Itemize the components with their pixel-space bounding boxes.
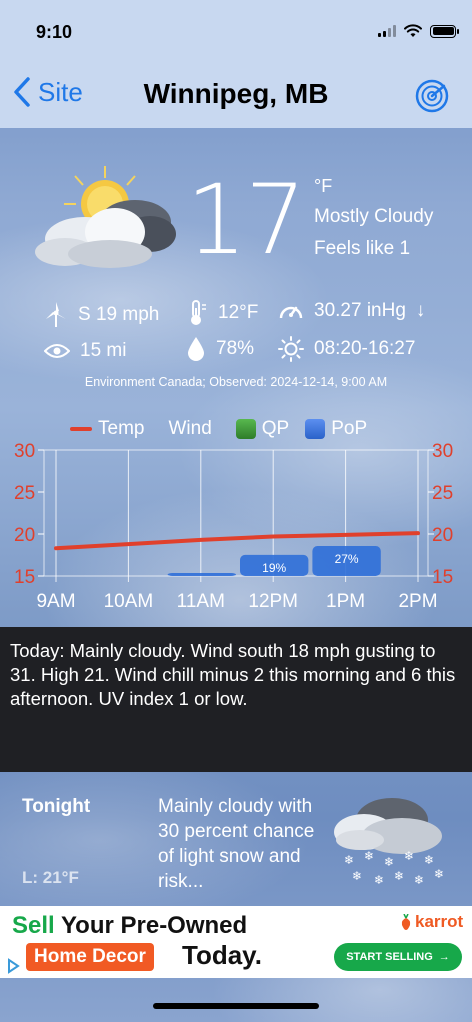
arrow-right-icon: → bbox=[438, 951, 450, 963]
svg-text:❄: ❄ bbox=[404, 849, 414, 863]
legend-pop: PoP bbox=[305, 418, 367, 440]
legend-qp-label: QP bbox=[261, 418, 290, 439]
today-forecast: Today: Mainly cloudy. Wind south 18 mph … bbox=[0, 627, 472, 772]
legend-wind: Wind bbox=[168, 418, 211, 440]
x-tick-label: 12PM bbox=[248, 591, 298, 612]
tonight-low: L: 21°F bbox=[22, 868, 79, 887]
legend-temp: Temp bbox=[70, 418, 144, 440]
start-selling-label: START SELLING bbox=[346, 951, 433, 963]
svg-text:❄: ❄ bbox=[352, 869, 362, 883]
legend-qp: QP bbox=[235, 418, 290, 440]
sun-icon bbox=[278, 336, 304, 362]
y-tick-label-right: 15 bbox=[432, 567, 453, 588]
sunrise-sunset-value: 08:20-16:27 bbox=[314, 338, 416, 359]
ad-brand-name: karrot bbox=[415, 912, 464, 931]
radar-button[interactable] bbox=[414, 78, 450, 114]
pressure-value: 30.27 inHg bbox=[314, 300, 406, 321]
status-time: 9:10 bbox=[36, 22, 73, 42]
current-temperature: 17 bbox=[186, 164, 306, 276]
gauge-icon bbox=[279, 306, 303, 319]
svg-text:❄: ❄ bbox=[364, 849, 374, 863]
tonight-label: Tonight bbox=[22, 796, 91, 817]
y-tick-label-right: 25 bbox=[432, 483, 453, 504]
chart-legend: Temp Wind QP PoP bbox=[70, 418, 391, 440]
y-tick-label-left: 20 bbox=[14, 525, 35, 546]
legend-pop-label: PoP bbox=[331, 418, 368, 439]
ad-headline-rest: Your Pre-Owned bbox=[54, 912, 248, 939]
y-tick-label-left: 15 bbox=[14, 567, 35, 588]
condition-text: Mostly Cloudy bbox=[314, 206, 434, 227]
svg-text:❄: ❄ bbox=[374, 873, 384, 887]
battery-icon bbox=[430, 24, 459, 38]
observation-source: Environment Canada; Observed: 2024-12-14… bbox=[84, 375, 388, 389]
svg-text:❄: ❄ bbox=[424, 853, 434, 867]
legend-temp-label: Temp bbox=[98, 418, 145, 439]
water-drop-icon bbox=[188, 337, 204, 361]
ad-headline: Sell Your Pre-Owned bbox=[12, 912, 247, 940]
thermometer-icon bbox=[191, 300, 206, 325]
svg-text:❄: ❄ bbox=[394, 869, 404, 883]
wind-turbine-icon bbox=[46, 302, 66, 327]
svg-text:❄: ❄ bbox=[344, 853, 354, 867]
adchoices-icon[interactable] bbox=[2, 956, 24, 976]
eye-icon bbox=[44, 344, 70, 358]
pressure-metric: 30.27 inHg ↓ bbox=[278, 300, 425, 322]
pop-bar-label: 27% bbox=[335, 552, 359, 566]
pressure-trend-icon: ↓ bbox=[415, 300, 426, 321]
mostly-cloudy-icon bbox=[35, 166, 176, 268]
temperature-unit: °F bbox=[314, 176, 333, 196]
dewpoint-value: 12°F bbox=[218, 302, 259, 323]
carrot-logo-icon bbox=[401, 914, 411, 930]
y-tick-label-right: 30 bbox=[432, 441, 453, 462]
svg-text:❄: ❄ bbox=[414, 873, 424, 887]
visibility-value: 15 mi bbox=[80, 340, 127, 361]
svg-text:❄: ❄ bbox=[384, 855, 394, 869]
hourly-chart: 30 3025 2520 2015 159AM 10AM 11AM 12PM 1PM 2PM19%… bbox=[14, 441, 453, 612]
snow-cloud-icon: ❄ ❄ ❄ ❄ ❄ ❄ ❄ ❄ ❄ ❄ bbox=[334, 798, 444, 887]
ad-today: Today. bbox=[182, 940, 262, 970]
pop-bar bbox=[167, 573, 236, 576]
temp-swatch bbox=[70, 427, 92, 431]
pop-swatch bbox=[305, 419, 326, 439]
dewpoint-metric: 12°F bbox=[188, 300, 258, 326]
today-forecast-text: Today: Mainly cloudy. Wind south 18 mph … bbox=[10, 640, 456, 709]
tonight-forecast[interactable]: Tonight L: 21°F Mainly cloudy with 30 pe… bbox=[0, 772, 472, 906]
status-icons bbox=[378, 24, 459, 38]
wifi-icon bbox=[404, 24, 422, 37]
y-tick-label-right: 20 bbox=[432, 525, 453, 546]
page-title: Winnipeg, MB bbox=[143, 78, 329, 109]
feels-like: Feels like 1 bbox=[314, 238, 411, 259]
ad-headline-green: Sell bbox=[12, 912, 55, 939]
cellular-signal-icon bbox=[378, 25, 396, 37]
tonight-text: Mainly cloudy with 30 percent chance of … bbox=[158, 796, 315, 892]
visibility-metric: 15 mi bbox=[44, 340, 126, 362]
qp-swatch bbox=[235, 419, 256, 439]
wind-metric: S 19 mph bbox=[44, 302, 159, 328]
y-tick-label-left: 25 bbox=[14, 483, 35, 504]
humidity-value: 78% bbox=[216, 338, 255, 359]
x-tick-label: 11AM bbox=[177, 591, 225, 612]
x-tick-label: 9AM bbox=[36, 591, 75, 612]
svg-text:❄: ❄ bbox=[434, 867, 444, 881]
top-bar: 9:10 Site Winnipeg, MB bbox=[0, 0, 472, 128]
y-tick-label-left: 30 bbox=[14, 441, 35, 462]
ad-pill: Home Decor bbox=[26, 943, 154, 971]
start-selling-button[interactable]: START SELLING → bbox=[334, 943, 462, 971]
x-tick-label: 2PM bbox=[398, 591, 437, 612]
x-tick-label: 1PM bbox=[326, 591, 365, 612]
pop-bar-label: 19% bbox=[262, 561, 286, 575]
legend-wind-label: Wind bbox=[168, 418, 212, 439]
wind-value: S 19 mph bbox=[78, 304, 160, 325]
home-indicator bbox=[153, 1003, 319, 1009]
x-tick-label: 10AM bbox=[104, 591, 154, 612]
ad-brand: karrot bbox=[400, 912, 463, 932]
sun-metric: 08:20-16:27 bbox=[278, 336, 415, 362]
humidity-metric: 78% bbox=[186, 336, 254, 362]
